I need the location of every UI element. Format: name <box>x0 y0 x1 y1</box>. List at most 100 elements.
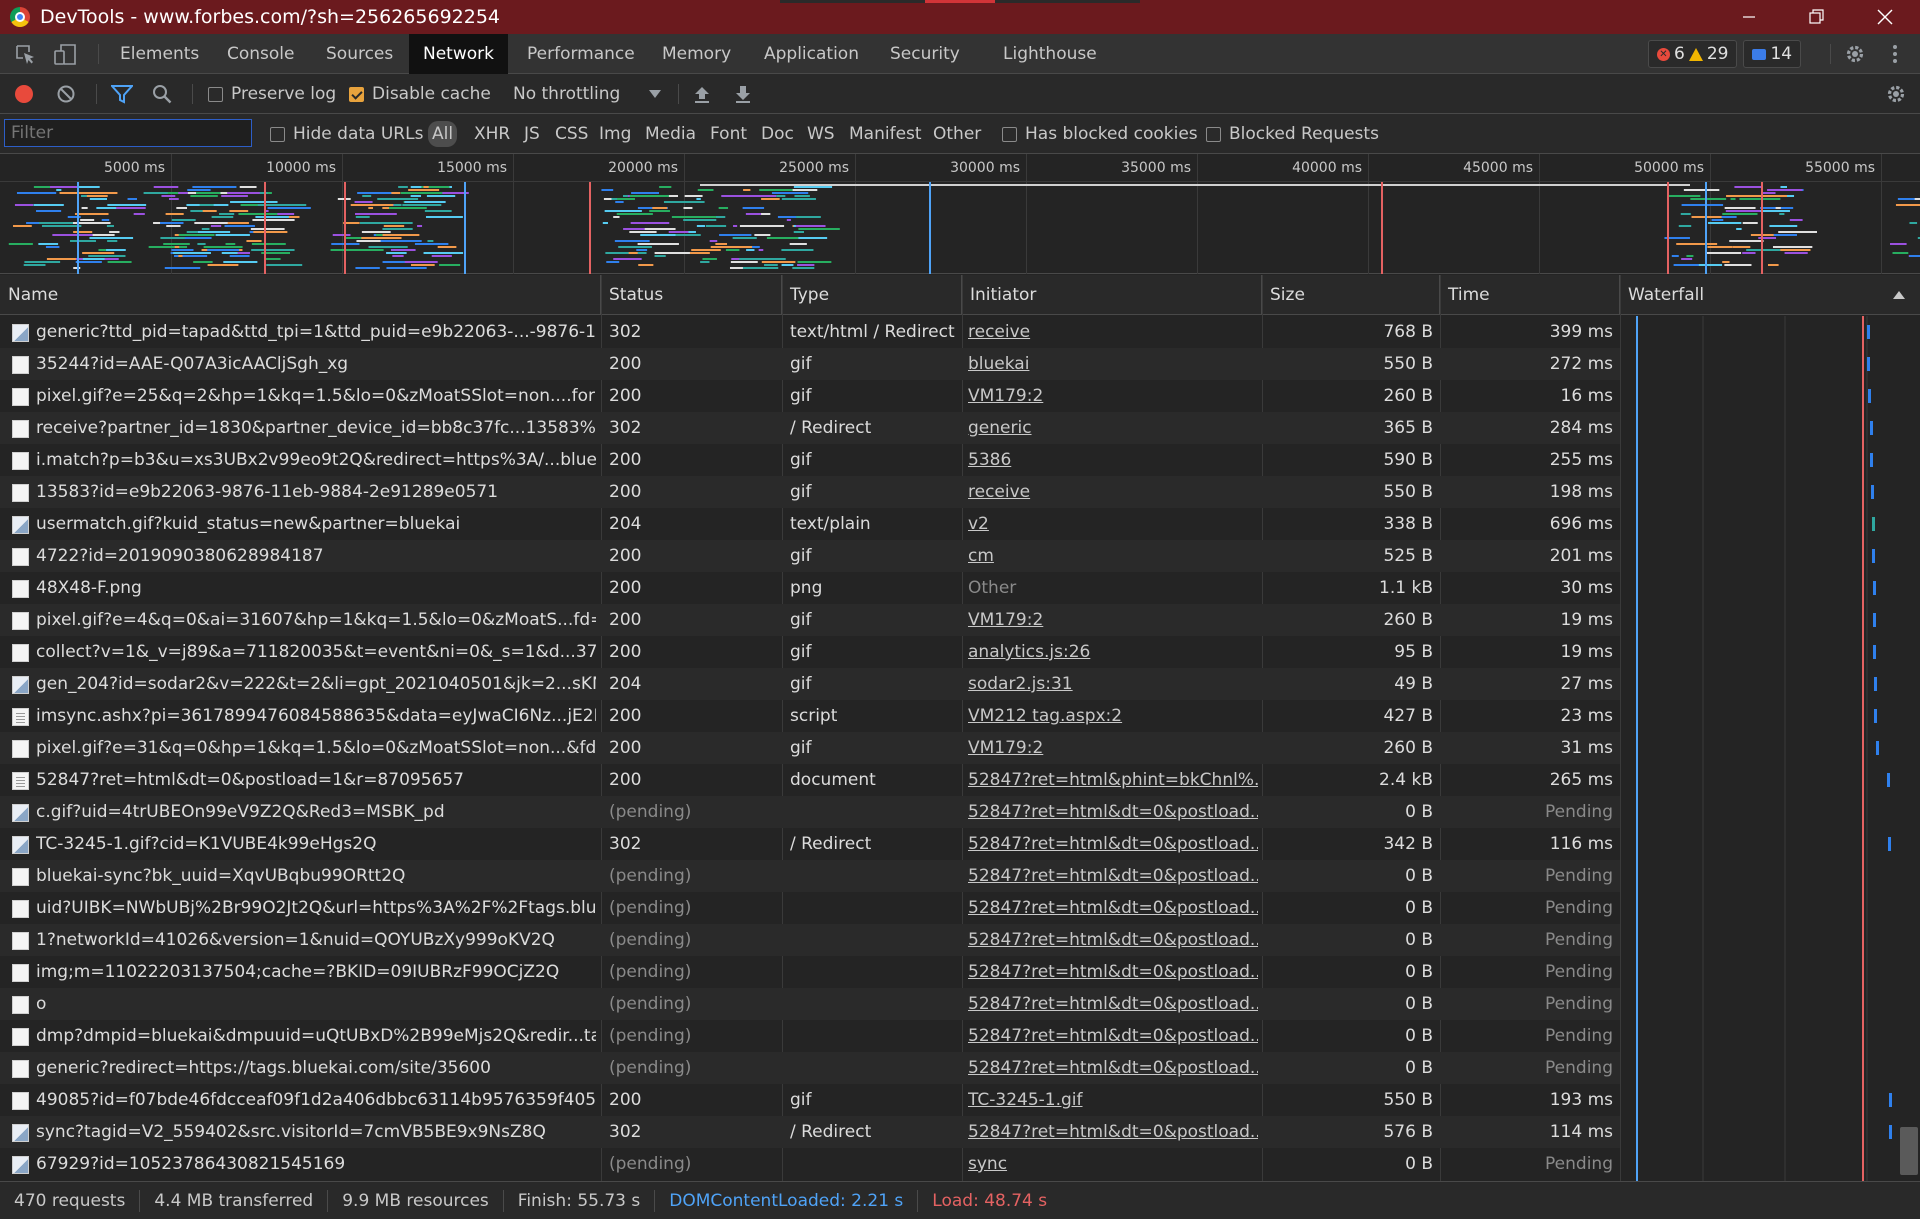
request-name[interactable]: 13583?id=e9b22063-9876-11eb-9884-2e91289… <box>36 476 596 508</box>
table-row[interactable]: uid?UIBK=NWbUBj%2Br99O2Jt2Q&url=https%3A… <box>0 892 1620 924</box>
request-name[interactable]: gen_204?id=sodar2&v=222&t=2&li=gpt_20210… <box>36 668 596 700</box>
filter-type-xhr[interactable]: XHR <box>474 114 510 154</box>
disable-cache-box[interactable] <box>349 86 364 102</box>
request-initiator[interactable]: VM179:2 <box>968 604 1258 636</box>
table-row[interactable]: img;m=11022203137504;cache=?BKID=09IUBRz… <box>0 956 1620 988</box>
table-row[interactable]: pixel.gif?e=4&q=0&ai=31607&hp=1&kq=1.5&l… <box>0 604 1620 636</box>
preserve-log-checkbox[interactable]: Preserve log <box>208 74 336 114</box>
more-options-icon[interactable] <box>1882 34 1908 74</box>
request-initiator[interactable]: sync <box>968 1148 1258 1180</box>
request-name[interactable]: 1?networkId=41026&version=1&nuid=QOYUBzX… <box>36 924 596 956</box>
filter-type-doc[interactable]: Doc <box>761 114 794 154</box>
request-name[interactable]: generic?redirect=https://tags.bluekai.co… <box>36 1052 596 1084</box>
request-initiator[interactable]: generic <box>968 412 1258 444</box>
tab-memory[interactable]: Memory <box>648 34 745 74</box>
request-name[interactable]: 49085?id=f07bde46fdcceaf09f1d2a406dbbc63… <box>36 1084 596 1116</box>
has-blocked-cookies-checkbox[interactable]: Has blocked cookies <box>1002 114 1198 154</box>
filter-type-font[interactable]: Font <box>710 114 747 154</box>
request-name[interactable]: 52847?ret=html&dt=0&postload=1&r=8709565… <box>36 764 596 796</box>
request-name[interactable]: generic?ttd_pid=tapad&ttd_tpi=1&ttd_puid… <box>36 316 596 348</box>
table-row[interactable]: collect?v=1&_v=j89&a=711820035&t=event&n… <box>0 636 1620 668</box>
table-row[interactable]: sync?tagid=V2_559402&src.visitorId=7cmVB… <box>0 1116 1620 1148</box>
hide-data-urls-box[interactable] <box>270 126 285 142</box>
column-type[interactable]: Type <box>782 275 962 315</box>
search-icon[interactable] <box>150 74 174 114</box>
filter-type-all[interactable]: All <box>428 121 458 147</box>
request-initiator[interactable]: 52847?ret=html&dt=0&postload... <box>968 828 1258 860</box>
tab-application[interactable]: Application <box>750 34 873 74</box>
tab-elements[interactable]: Elements <box>106 34 213 74</box>
disable-cache-checkbox[interactable]: Disable cache <box>349 74 491 114</box>
request-name[interactable]: 67929?id=10523786430821545169 <box>36 1148 596 1180</box>
request-name[interactable]: sync?tagid=V2_559402&src.visitorId=7cmVB… <box>36 1116 596 1148</box>
request-initiator[interactable]: 52847?ret=html&dt=0&postload... <box>968 892 1258 924</box>
request-initiator[interactable]: VM212 tag.aspx:2 <box>968 700 1258 732</box>
request-name[interactable]: pixel.gif?e=31&q=0&hp=1&kq=1.5&lo=0&zMoa… <box>36 732 596 764</box>
request-initiator[interactable]: receive <box>968 476 1258 508</box>
column-time[interactable]: Time <box>1440 275 1620 315</box>
message-counter[interactable]: 14 <box>1743 40 1802 68</box>
error-warning-counter[interactable]: ✕ 6 29 <box>1648 40 1738 68</box>
table-row[interactable]: c.gif?uid=4trUBEOn99eV9Z2Q&Red3=MSBK_pd (… <box>0 796 1620 828</box>
tab-performance[interactable]: Performance <box>513 34 649 74</box>
request-name[interactable]: o <box>36 988 596 1020</box>
record-button[interactable] <box>12 74 36 114</box>
column-size[interactable]: Size <box>1262 275 1440 315</box>
request-name[interactable]: 48X48-F.png <box>36 572 596 604</box>
table-row[interactable]: bluekai-sync?bk_uuid=XqvUBqbu99ORtt2Q (pe… <box>0 860 1620 892</box>
filter-type-media[interactable]: Media <box>645 114 696 154</box>
has-blocked-cookies-box[interactable] <box>1002 126 1017 142</box>
tab-lighthouse[interactable]: Lighthouse <box>989 34 1111 74</box>
table-row[interactable]: receive?partner_id=1830&partner_device_i… <box>0 412 1620 444</box>
export-har-icon[interactable] <box>733 74 753 114</box>
tab-network[interactable]: Network <box>409 34 508 74</box>
tab-sources[interactable]: Sources <box>312 34 407 74</box>
request-name[interactable]: TC-3245-1.gif?cid=K1VUBE4k99eHgs2Q <box>36 828 596 860</box>
table-row[interactable]: 13583?id=e9b22063-9876-11eb-9884-2e91289… <box>0 476 1620 508</box>
table-row[interactable]: 1?networkId=41026&version=1&nuid=QOYUBzX… <box>0 924 1620 956</box>
close-icon[interactable] <box>1850 0 1920 34</box>
table-row[interactable]: generic?ttd_pid=tapad&ttd_tpi=1&ttd_puid… <box>0 316 1620 348</box>
request-initiator[interactable]: 52847?ret=html&dt=0&postload... <box>968 1116 1258 1148</box>
table-row[interactable]: 4722?id=2019090380628984187 200 gif cm 525 B… <box>0 540 1620 572</box>
table-row[interactable]: i.match?p=b3&u=xs3UBx2v99eo9t2Q&redirect… <box>0 444 1620 476</box>
filter-input[interactable] <box>4 119 252 147</box>
table-row[interactable]: generic?redirect=https://tags.bluekai.co… <box>0 1052 1620 1084</box>
filter-type-js[interactable]: JS <box>524 114 540 154</box>
inspect-element-icon[interactable] <box>10 34 40 74</box>
request-name[interactable]: i.match?p=b3&u=xs3UBx2v99eo9t2Q&redirect… <box>36 444 596 476</box>
column-initiator[interactable]: Initiator <box>962 275 1262 315</box>
request-initiator[interactable]: TC-3245-1.gif <box>968 1084 1258 1116</box>
request-initiator[interactable]: cm <box>968 540 1258 572</box>
request-initiator[interactable]: analytics.js:26 <box>968 636 1258 668</box>
request-initiator[interactable]: 52847?ret=html&dt=0&postload... <box>968 988 1258 1020</box>
table-row[interactable]: pixel.gif?e=25&q=2&hp=1&kq=1.5&lo=0&zMoa… <box>0 380 1620 412</box>
request-name[interactable]: pixel.gif?e=25&q=2&hp=1&kq=1.5&lo=0&zMoa… <box>36 380 596 412</box>
request-name[interactable]: uid?UIBK=NWbUBj%2Br99O2Jt2Q&url=https%3A… <box>36 892 596 924</box>
request-name[interactable]: receive?partner_id=1830&partner_device_i… <box>36 412 596 444</box>
request-name[interactable]: collect?v=1&_v=j89&a=711820035&t=event&n… <box>36 636 596 668</box>
request-name[interactable]: usermatch.gif?kuid_status=new&partner=bl… <box>36 508 596 540</box>
tab-console[interactable]: Console <box>213 34 309 74</box>
table-row[interactable]: 52847?ret=html&dt=0&postload=1&r=8709565… <box>0 764 1620 796</box>
request-name[interactable]: 35244?id=AAE-Q07A3icAACljSgh_xg <box>36 348 596 380</box>
table-row[interactable]: 35244?id=AAE-Q07A3icAACljSgh_xg 200 gif blu… <box>0 348 1620 380</box>
import-har-icon[interactable] <box>692 74 712 114</box>
request-initiator[interactable]: VM179:2 <box>968 380 1258 412</box>
request-name[interactable]: c.gif?uid=4trUBEOn99eV9Z2Q&Red3=MSBK_pd <box>36 796 596 828</box>
blocked-requests-checkbox[interactable]: Blocked Requests <box>1206 114 1379 154</box>
request-name[interactable]: imsync.ashx?pi=3617899476084588635&data=… <box>36 700 596 732</box>
throttling-select[interactable]: No throttling <box>513 74 662 114</box>
restore-icon[interactable] <box>1782 0 1852 34</box>
request-initiator[interactable]: 52847?ret=html&dt=0&postload... <box>968 860 1258 892</box>
filter-type-ws[interactable]: WS <box>807 114 835 154</box>
table-row[interactable]: TC-3245-1.gif?cid=K1VUBE4k99eHgs2Q 302 / R… <box>0 828 1620 860</box>
request-initiator[interactable]: 52847?ret=html&dt=0&postload... <box>968 1052 1258 1084</box>
request-initiator[interactable]: 52847?ret=html&dt=0&postload... <box>968 956 1258 988</box>
table-scrollbar[interactable] <box>1900 1127 1918 1175</box>
table-row[interactable]: 49085?id=f07bde46fdcceaf09f1d2a406dbbc63… <box>0 1084 1620 1116</box>
request-initiator[interactable]: 52847?ret=html&dt=0&postload... <box>968 924 1258 956</box>
table-row[interactable]: dmp?dmpid=bluekai&dmpuuid=uQtUBxD%2B99eM… <box>0 1020 1620 1052</box>
blocked-requests-box[interactable] <box>1206 126 1221 142</box>
network-settings-icon[interactable] <box>1884 74 1908 114</box>
